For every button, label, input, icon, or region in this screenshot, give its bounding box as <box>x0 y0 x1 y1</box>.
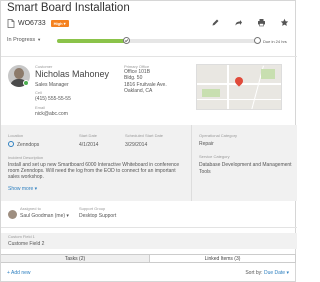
sort-value[interactable]: Due Date ▾ <box>264 270 289 276</box>
service-category-value-2: Tools <box>199 169 211 175</box>
cell-value[interactable]: (415) 555-55-55 <box>35 96 71 102</box>
progress-checkpoint-icon <box>123 37 130 44</box>
scheduled-start-label: Scheduled Start Date <box>125 133 164 138</box>
sort-label: Sort by: <box>245 270 263 276</box>
priority-badge[interactable]: High ▾ <box>50 19 69 27</box>
due-text: Due in 24 hrs <box>263 39 287 44</box>
status-dropdown[interactable]: In Progress ▼ <box>7 37 41 43</box>
service-category-value-1: Database Development and Management <box>199 162 292 168</box>
work-order-row: WO6733 High ▾ <box>7 18 69 28</box>
email-label: Email <box>35 105 46 110</box>
incident-description-label: Incident Description <box>8 155 44 160</box>
support-group-value: Desktop Support <box>79 213 117 219</box>
location-map[interactable] <box>196 64 282 110</box>
custom-field-label: Custom Field 1 <box>8 234 35 239</box>
operational-category-label: Operational Category <box>199 133 238 138</box>
share-icon[interactable] <box>234 18 243 27</box>
star-icon[interactable] <box>280 18 289 27</box>
status-label: In Progress <box>7 37 36 43</box>
operational-category-value: Repair <box>199 141 214 147</box>
incident-description: Install and set up new Smartboard 6000 I… <box>8 162 180 180</box>
service-category-label: Service Category <box>199 154 230 159</box>
scheduled-start-value: 3/29/2014 <box>125 142 148 148</box>
add-new-button[interactable]: + Add new <box>7 270 31 276</box>
online-status-icon <box>23 80 29 86</box>
customer-title: Sales Manager <box>35 82 69 88</box>
divider <box>1 56 297 57</box>
header-actions <box>211 18 289 27</box>
tab-linked-items[interactable]: Linked Items (3) <box>149 254 296 263</box>
print-icon[interactable] <box>257 18 266 27</box>
column-divider <box>191 125 192 201</box>
office-address: Office 101B Bldg. 50 1816 Fruitvale Ave.… <box>124 69 167 95</box>
tab-tasks[interactable]: Tasks (2) <box>1 254 149 263</box>
pencil-icon[interactable] <box>211 18 220 27</box>
start-date-value: 4/1/2014 <box>79 142 99 148</box>
work-order-number: WO6733 <box>18 19 46 27</box>
email-value[interactable]: nick@abc.com <box>35 111 68 117</box>
progress-fill <box>57 39 127 43</box>
page-title: Smart Board Installation <box>7 2 130 14</box>
sort-control[interactable]: Sort by: Due Date ▾ <box>245 270 289 276</box>
cell-label: Cell <box>35 90 42 95</box>
due-marker-icon <box>254 37 261 44</box>
document-icon <box>7 18 15 28</box>
location-label: Location <box>8 133 24 138</box>
custom-field-value: Custome Field 2 <box>8 241 45 247</box>
assigned-to-label: Assigned to <box>20 206 41 211</box>
location-value[interactable]: Zenndops <box>17 142 39 148</box>
show-more-link[interactable]: Show more ▾ <box>8 186 37 192</box>
work-order-card: Smart Board Installation WO6733 High ▾ I… <box>0 0 297 282</box>
assigned-to-value[interactable]: Saul Goodman (me) ▾ <box>20 213 69 219</box>
start-date-label: Start Date <box>79 133 98 138</box>
customer-name[interactable]: Nicholas Mahoney <box>35 69 109 79</box>
assignee-avatar <box>8 210 17 219</box>
progress-bar <box>57 39 257 43</box>
support-group-label: Support Group <box>79 206 106 211</box>
chevron-down-icon: ▼ <box>37 37 42 42</box>
divider <box>1 227 297 228</box>
location-icon <box>8 141 14 147</box>
custom-fields-section <box>1 233 297 249</box>
